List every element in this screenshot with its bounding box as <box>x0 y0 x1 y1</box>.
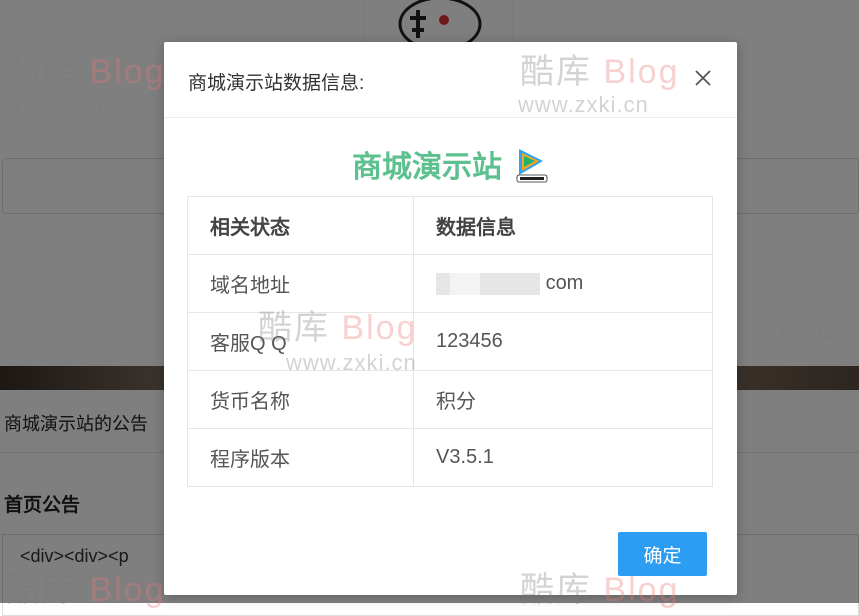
close-icon <box>695 70 711 86</box>
domain-suffix: com <box>545 272 584 294</box>
column-header-status: 相关状态 <box>187 196 414 255</box>
row-label-version: 程序版本 <box>187 428 414 487</box>
tencent-video-logo-icon <box>515 145 549 183</box>
row-value-domain: com <box>413 254 713 313</box>
redacted-block <box>450 272 480 295</box>
table-row: 域名地址 com <box>187 254 713 313</box>
brand-heading: 商城演示站 <box>164 142 737 186</box>
column-header-data: 数据信息 <box>413 196 713 255</box>
confirm-button[interactable]: 确定 <box>618 532 707 576</box>
redacted-block <box>436 272 450 295</box>
row-value-qq: 123456 <box>413 312 713 371</box>
brand-name: 商城演示站 <box>351 151 502 184</box>
table-row: 客服Q Q 123456 <box>187 312 713 371</box>
redacted-block <box>480 272 540 295</box>
row-label-domain: 域名地址 <box>187 254 414 313</box>
info-table: 相关状态 数据信息 域名地址 com 客服Q Q 123456 货币名称 积分 … <box>187 196 713 487</box>
table-row: 程序版本 V3.5.1 <box>187 428 713 487</box>
site-info-dialog: 商城演示站数据信息: 商城演示站 相关状态 数据信息 域名地址 com 客服Q … <box>164 42 737 595</box>
dialog-header: 商城演示站数据信息: <box>164 42 737 118</box>
row-label-currency: 货币名称 <box>187 370 414 429</box>
row-value-currency: 积分 <box>413 370 713 429</box>
dialog-title: 商城演示站数据信息: <box>188 73 365 94</box>
close-button[interactable] <box>693 68 713 88</box>
row-label-qq: 客服Q Q <box>187 312 414 371</box>
table-header-row: 相关状态 数据信息 <box>187 196 713 255</box>
row-value-version: V3.5.1 <box>413 428 713 487</box>
table-row: 货币名称 积分 <box>187 370 713 429</box>
